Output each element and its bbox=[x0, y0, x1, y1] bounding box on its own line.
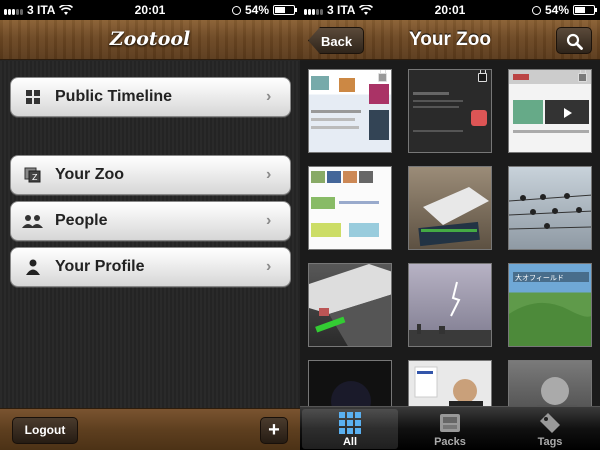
app-logo: Zootool bbox=[109, 28, 191, 50]
grid-item[interactable] bbox=[408, 166, 492, 250]
navbar: Back Your Zoo bbox=[300, 20, 600, 60]
menu-item-your-profile[interactable]: Your Profile › bbox=[10, 247, 291, 287]
stack-icon: Z bbox=[11, 167, 55, 183]
right-screen: 3 ITA 20:01 54% Back Your Zoo 大オフィールド Al… bbox=[300, 0, 600, 450]
menu-item-label: People bbox=[55, 212, 108, 229]
status-bar: 3 ITA 20:01 54% bbox=[300, 0, 600, 20]
grid-item[interactable] bbox=[308, 360, 392, 406]
grid-item[interactable] bbox=[508, 166, 592, 250]
zoo-grid: 大オフィールド bbox=[300, 61, 600, 406]
tab-tags[interactable]: Tags bbox=[502, 409, 598, 449]
add-button[interactable]: + bbox=[260, 417, 288, 444]
grid-item[interactable] bbox=[508, 360, 592, 406]
menu-item-people[interactable]: People › bbox=[10, 201, 291, 241]
tab-label: Tags bbox=[537, 436, 563, 448]
logout-button[interactable]: Logout bbox=[12, 417, 78, 444]
search-button[interactable] bbox=[556, 27, 592, 54]
menu-item-label: Your Zoo bbox=[55, 166, 125, 183]
battery-percent: 54% bbox=[244, 3, 269, 17]
chevron-right-icon: › bbox=[266, 212, 272, 229]
chevron-right-icon: › bbox=[266, 166, 272, 183]
menu-item-label: Public Timeline bbox=[55, 88, 173, 105]
navbar: Zootool bbox=[0, 20, 300, 60]
battery-percent: 54% bbox=[544, 3, 569, 17]
tab-label: Packs bbox=[434, 436, 466, 448]
tab-label: All bbox=[342, 436, 358, 448]
menu-item-public-timeline[interactable]: Public Timeline › bbox=[10, 77, 291, 117]
tab-bar: All Packs Tags bbox=[300, 406, 600, 450]
grid-item[interactable] bbox=[408, 69, 492, 153]
lock-icon bbox=[578, 70, 587, 82]
grid-icon bbox=[302, 411, 398, 435]
people-icon bbox=[11, 214, 55, 228]
left-screen: 3 ITA 20:01 54% Zootool Public Timeline … bbox=[0, 0, 300, 450]
grid-item[interactable] bbox=[308, 263, 392, 347]
page-title: Your Zoo bbox=[409, 29, 491, 50]
svg-text:Z: Z bbox=[32, 173, 38, 182]
status-bar: 3 ITA 20:01 54% bbox=[0, 0, 300, 20]
grid-item[interactable] bbox=[408, 263, 492, 347]
svg-text:大オフィールド: 大オフィールド bbox=[515, 273, 564, 282]
chevron-right-icon: › bbox=[266, 88, 272, 105]
search-icon bbox=[566, 33, 583, 50]
grid-item[interactable] bbox=[508, 69, 592, 153]
tab-all[interactable]: All bbox=[302, 409, 398, 449]
battery-icon bbox=[573, 5, 597, 15]
battery-icon bbox=[273, 5, 297, 15]
lock-icon bbox=[478, 70, 487, 82]
person-icon bbox=[11, 259, 55, 275]
alarm-icon bbox=[231, 5, 241, 15]
grid-icon bbox=[11, 90, 55, 104]
chevron-right-icon: › bbox=[266, 258, 272, 275]
tab-packs[interactable]: Packs bbox=[402, 409, 498, 449]
alarm-icon bbox=[531, 5, 541, 15]
grid-item[interactable] bbox=[308, 69, 392, 153]
bottom-toolbar: Logout + bbox=[0, 408, 300, 450]
tag-icon bbox=[502, 411, 598, 435]
grid-item[interactable] bbox=[308, 166, 392, 250]
main-menu: Public Timeline › Z Your Zoo › People › … bbox=[0, 61, 300, 408]
grid-item[interactable] bbox=[408, 360, 492, 406]
menu-item-your-zoo[interactable]: Z Your Zoo › bbox=[10, 155, 291, 195]
grid-item[interactable]: 大オフィールド bbox=[508, 263, 592, 347]
menu-item-label: Your Profile bbox=[55, 258, 145, 275]
tray-icon bbox=[402, 411, 498, 435]
lock-icon bbox=[378, 70, 387, 82]
